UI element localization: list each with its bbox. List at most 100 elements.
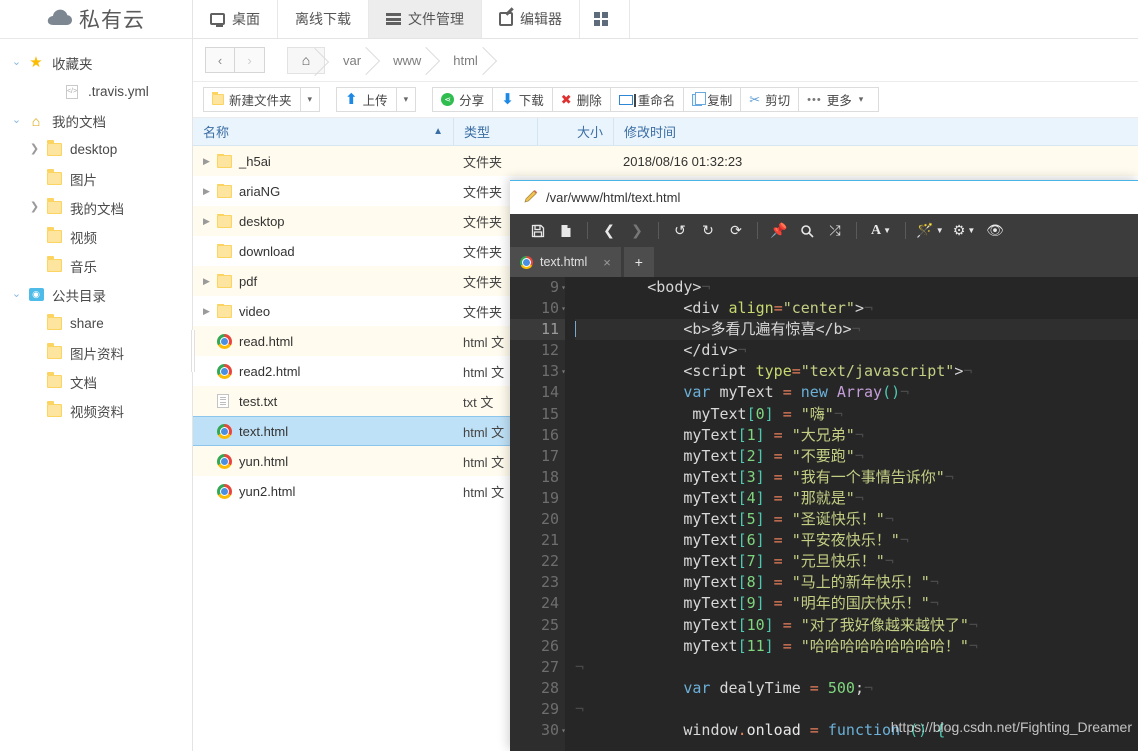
chevron-right-icon[interactable]: ▶ — [203, 156, 217, 167]
redo-icon[interactable]: ↻ — [694, 214, 722, 247]
sort-ascending-icon: ▲ — [433, 126, 443, 137]
table-row[interactable]: ▶ _h5ai 文件夹 2018/08/16 01:32:23 — [193, 146, 1138, 176]
sidebar-item-公共目录[interactable]: ⌄ ◉ 公共目录 — [0, 280, 192, 309]
code-line[interactable]: myText[0] = "嗨"¬ — [575, 404, 1138, 425]
new-folder-dropdown[interactable]: ▾ — [300, 87, 321, 112]
code-line[interactable]: myText[5] = "圣诞快乐！"¬ — [575, 509, 1138, 530]
sidebar-item-文档[interactable]: 文档 — [0, 367, 192, 396]
code-line[interactable]: <b>多看几遍有惊喜</b>¬ — [575, 319, 1138, 341]
forward-icon[interactable]: ❯ — [623, 214, 651, 247]
line-number: 28 — [540, 678, 559, 697]
sidebar-item-图片资料[interactable]: 图片资料 — [0, 338, 192, 367]
save-icon[interactable] — [524, 214, 552, 247]
close-icon[interactable]: × — [603, 255, 611, 270]
code-line[interactable]: ¬ — [575, 699, 1138, 720]
folder-icon — [217, 243, 239, 258]
cell-time: 2018/08/16 01:32:23 — [623, 153, 743, 169]
sidebar-item-视频[interactable]: 视频 — [0, 222, 192, 251]
code-line[interactable]: myText[9] = "明年的国庆快乐！"¬ — [575, 593, 1138, 614]
sidebar-item-我的文档[interactable]: ⌄ ⌂ 我的文档 — [0, 106, 192, 135]
chevron-right-icon[interactable]: ▶ — [203, 276, 217, 287]
code-line[interactable]: <div align="center">¬ — [575, 298, 1138, 319]
sidebar-splitter[interactable] — [191, 330, 195, 372]
forward-button[interactable]: › — [235, 47, 265, 73]
top-navigation: 桌面 离线下载 文件管理 编辑器 — [193, 0, 1138, 39]
chevron-down-icon[interactable]: ⌄ — [8, 115, 25, 126]
eye-icon[interactable]: 👁 — [981, 214, 1009, 247]
share-button[interactable]: ⋖ 分享 — [432, 87, 494, 112]
shuffle-icon[interactable]: ⤮ — [821, 214, 849, 247]
delete-button[interactable]: ✖ 删除 — [552, 87, 611, 112]
font-icon[interactable]: A ▼ — [864, 214, 898, 247]
upload-button[interactable]: ⬆ 上传 — [336, 87, 397, 112]
sidebar-item-label: 图片资料 — [70, 346, 124, 362]
editor-tab-text-html[interactable]: text.html × — [510, 247, 621, 277]
column-header-time[interactable]: 修改时间 — [613, 118, 813, 145]
new-folder-button[interactable]: 新建文件夹 — [203, 87, 301, 112]
breadcrumb-home-icon[interactable]: ⌂ — [287, 46, 325, 74]
code-line[interactable]: myText[3] = "我有一个事情告诉你"¬ — [575, 467, 1138, 488]
code-content[interactable]: <body>¬ <div align="center">¬ <b>多看几遍有惊喜… — [565, 277, 1138, 751]
search-icon[interactable] — [793, 214, 821, 247]
sidebar-item-我的文档[interactable]: ❯ 我的文档 — [0, 193, 192, 222]
sidebar-item-音乐[interactable]: 音乐 — [0, 251, 192, 280]
sidebar-item-视频资料[interactable]: 视频资料 — [0, 396, 192, 425]
chevron-right-icon[interactable]: ▶ — [203, 216, 217, 227]
new-tab-button[interactable]: + — [623, 247, 654, 277]
rename-button[interactable]: 重命名 — [610, 87, 685, 112]
column-header-name[interactable]: 名称 ▲ — [193, 118, 453, 145]
pin-icon[interactable]: 📌 — [765, 214, 793, 247]
code-line[interactable]: myText[8] = "马上的新年快乐！"¬ — [575, 572, 1138, 593]
code-line[interactable]: myText[4] = "那就是"¬ — [575, 488, 1138, 509]
more-button[interactable]: ••• 更多 ▾ — [799, 87, 880, 112]
tab-editor[interactable]: 编辑器 — [482, 0, 580, 38]
code-line[interactable]: ¬ — [575, 657, 1138, 678]
column-header-type[interactable]: 类型 — [453, 118, 537, 145]
chevron-right-icon[interactable]: ❯ — [26, 202, 43, 213]
chevron-right-icon[interactable]: ▶ — [203, 186, 217, 197]
gear-icon[interactable]: ⚙ ▼ — [947, 214, 981, 247]
sidebar-item-收藏夹[interactable]: ⌄ ★ 收藏夹 — [0, 48, 192, 77]
brand-logo[interactable]: 私有云 — [0, 0, 192, 39]
code-line[interactable]: window.onload = function () {¬ — [575, 720, 1138, 741]
sidebar-item-share[interactable]: share — [0, 309, 192, 338]
tab-file-manager[interactable]: 文件管理 — [369, 0, 482, 38]
code-line[interactable]: myText[6] = "平安夜快乐！"¬ — [575, 530, 1138, 551]
tab-desktop[interactable]: 桌面 — [193, 0, 278, 38]
code-line[interactable]: <body>¬ — [575, 277, 1138, 298]
tab-apps-grid[interactable] — [580, 0, 630, 38]
back-button[interactable]: ‹ — [205, 47, 235, 73]
code-line[interactable]: myText[2] = "不要跑"¬ — [575, 446, 1138, 467]
code-line[interactable]: myText[7] = "元旦快乐！"¬ — [575, 551, 1138, 572]
wand-icon[interactable]: 🪄 ▼ — [913, 214, 947, 247]
code-line[interactable]: <script type="text/javascript">¬ — [575, 361, 1138, 382]
column-header-size[interactable]: 大小 — [537, 118, 613, 145]
save-as-icon[interactable] — [552, 214, 580, 247]
arrow-down-icon: ⬇ — [501, 91, 514, 108]
code-line[interactable]: myText[11] = "哈哈哈哈哈哈哈哈哈！"¬ — [575, 636, 1138, 657]
chevron-down-icon[interactable]: ⌄ — [8, 57, 25, 68]
code-editor[interactable]: 9 ▾ 10 ▾ 11 12 13 ▾ 14 15 16 17 18 19 20 21 22 23 24 25 26 27… — [510, 277, 1138, 751]
code-line[interactable]: </div>¬ — [575, 340, 1138, 361]
breadcrumb-item-html[interactable]: html — [435, 47, 492, 74]
undo-icon[interactable]: ↺ — [666, 214, 694, 247]
code-line[interactable]: var dealyTime = 500;¬ — [575, 678, 1138, 699]
back-icon[interactable]: ❮ — [595, 214, 623, 247]
chevron-down-icon[interactable]: ⌄ — [8, 289, 25, 300]
code-line[interactable]: myText[10] = "对了我好像越来越快了"¬ — [575, 615, 1138, 636]
sidebar-item-.travis.yml[interactable]: </> .travis.yml — [0, 77, 192, 106]
tab-offline-download[interactable]: 离线下载 — [278, 0, 369, 38]
code-line[interactable]: myText[1] = "大兄弟"¬ — [575, 425, 1138, 446]
download-button[interactable]: ⬇ 下载 — [493, 87, 553, 112]
cut-button[interactable]: ✂ 剪切 — [741, 87, 800, 112]
chevron-right-icon[interactable]: ❯ — [26, 144, 43, 155]
code-line[interactable]: var myText = new Array()¬ — [575, 382, 1138, 403]
copy-button[interactable]: 复制 — [684, 87, 742, 112]
breadcrumb-item-www[interactable]: www — [375, 47, 435, 74]
reload-icon[interactable]: ⟳ — [722, 214, 750, 247]
upload-dropdown[interactable]: ▾ — [396, 87, 417, 112]
sidebar-item-desktop[interactable]: ❯ desktop — [0, 135, 192, 164]
sidebar-item-图片[interactable]: 图片 — [0, 164, 192, 193]
chevron-right-icon[interactable]: ▶ — [203, 306, 217, 317]
breadcrumb-item-var[interactable]: var — [325, 47, 375, 74]
